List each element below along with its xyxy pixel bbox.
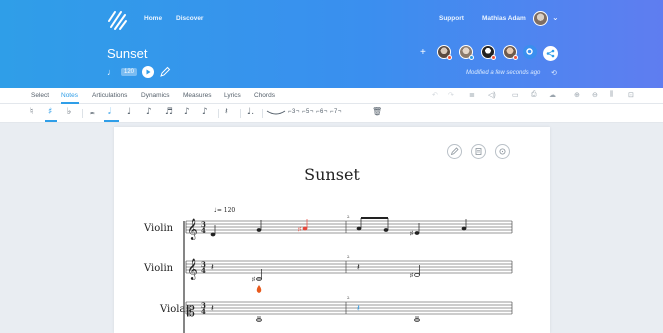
edit-pen-icon[interactable] [159,66,171,78]
tab-select[interactable]: Select [31,92,49,99]
natural-icon[interactable]: ♮ [30,107,33,117]
tie-icon[interactable] [266,110,286,116]
play-button[interactable] [142,66,155,78]
tab-chords[interactable]: Chords [254,92,275,99]
app-header: Home Discover Support Mathias Adam ⌄ Sun… [0,0,663,88]
divider [82,109,83,118]
flat-icon[interactable]: ♭ [67,107,71,117]
svg-text:♯: ♯ [410,230,413,237]
svg-text:𝄞: 𝄞 [187,259,198,280]
dotted-note-icon[interactable]: ♩. [247,107,254,117]
divider [240,109,241,118]
tab-lyrics[interactable]: Lyrics [224,92,241,99]
score-sheet: Sunset ♩= 120 Violin Violin Viola 2 2 2 [114,127,550,333]
add-collaborator-icon[interactable]: + [420,47,426,58]
svg-text:♯: ♯ [410,272,413,279]
svg-text:♯: ♯ [252,276,255,283]
playback-controls: ♩ 120 [107,66,171,78]
redo-icon[interactable]: ↷ [448,91,454,99]
divider [262,109,263,118]
print-icon[interactable]: ⎙ [531,91,537,99]
save-icon[interactable]: ▭ [512,91,519,99]
share-icon [546,49,555,58]
sixty-fourth-note-icon[interactable]: ♪ [202,107,208,117]
divider [218,109,219,118]
staff-violin-2 [185,260,513,274]
svg-text:4: 4 [201,266,206,275]
sixteenth-note-icon[interactable]: ♬ [165,107,173,117]
share-button[interactable] [543,46,558,61]
tab-notes[interactable]: Notes [61,92,78,99]
staff-viola [185,301,513,315]
quarter-note-icon[interactable]: ♩ [127,107,131,117]
history-icon[interactable]: ⟲ [551,69,557,77]
rest-icon[interactable]: 𝄽 [225,107,228,117]
nav-home[interactable]: Home [144,15,162,22]
sound-icon[interactable]: ◁) [488,91,496,99]
mixer-icon[interactable]: ≣ [469,91,475,99]
mode-tabs: Select Notes Articulations Dynamics Meas… [0,88,663,104]
svg-text:𝄡: 𝄡 [187,304,195,320]
thirty-second-note-icon[interactable]: ♪ [184,107,190,117]
sharp-icon[interactable]: ♯ [48,107,52,117]
svg-text:4: 4 [201,226,206,235]
play-icon [146,69,151,75]
collaborator-avatar[interactable] [481,45,496,60]
zoom-out-icon[interactable]: ⊖ [592,91,598,99]
music-staves[interactable]: 𝄞 𝄞 𝄡 3 4 3 4 3 4 ♯ ♯ 𝄽 ♯ 𝄽 ♯ 𝄽 𝄽 [114,127,550,333]
delete-icon[interactable]: 🗑 [372,107,382,116]
svg-text:♯: ♯ [298,226,301,233]
notes-staff-3: 𝄽 𝄽 [211,303,420,322]
tab-articulations[interactable]: Articulations [92,92,127,99]
nav-discover[interactable]: Discover [176,15,203,22]
double-whole-note-icon[interactable]: 𝅜 [90,107,95,117]
last-modified-status: Modified a few seconds ago [466,70,541,76]
chevron-down-icon[interactable]: ⌄ [552,13,559,22]
tuplet-buttons[interactable]: ⌐3¬ ⌐5¬ ⌐6¬ ⌐7¬ [288,109,342,115]
tab-measures[interactable]: Measures [183,92,212,99]
score-title[interactable]: Sunset [107,46,147,61]
fullscreen-icon[interactable]: ⊡ [628,91,634,99]
zoom-in-icon[interactable]: ⊕ [574,91,580,99]
quarter-note-icon: ♩ [107,67,116,77]
eighth-note-icon[interactable]: ♪ [146,107,152,117]
tempo-value[interactable]: 120 [121,68,138,76]
collaborator-avatar[interactable] [437,45,452,60]
nav-support[interactable]: Support [439,15,464,22]
cloud-icon[interactable]: ☁ [549,91,556,99]
collaborator-avatar[interactable] [459,45,474,60]
tab-dynamics[interactable]: Dynamics [141,92,170,99]
svg-text:4: 4 [201,307,206,316]
svg-text:𝄽: 𝄽 [211,303,214,313]
svg-text:𝄽: 𝄽 [211,262,214,272]
undo-icon[interactable]: ↶ [432,91,438,99]
user-name[interactable]: Mathias Adam [482,15,526,22]
half-note-icon[interactable]: 𝅗𝅥 [108,107,111,117]
selected-duration-indicator [104,120,119,122]
user-avatar[interactable] [533,11,548,26]
selected-tool-indicator [45,120,57,122]
svg-text:𝄞: 𝄞 [187,219,198,240]
notes-toolbar: ♮ ♯ ♭ 𝅜 𝅗𝅥 ♩ ♪ ♬ ♪ ♪ 𝄽 ♩. ⌐3¬ ⌐5¬ ⌐6¬ ⌐7… [0,104,663,123]
collaborator-avatar[interactable] [503,45,518,60]
svg-text:𝄽: 𝄽 [357,303,360,313]
notes-staff-2: 𝄽 ♯ 𝄽 ♯ [211,262,420,293]
svg-text:𝄽: 𝄽 [357,262,360,272]
columns-icon[interactable]: ⫼ [610,91,613,99]
logo-icon[interactable] [106,9,128,31]
settings-icon[interactable] [523,45,537,59]
